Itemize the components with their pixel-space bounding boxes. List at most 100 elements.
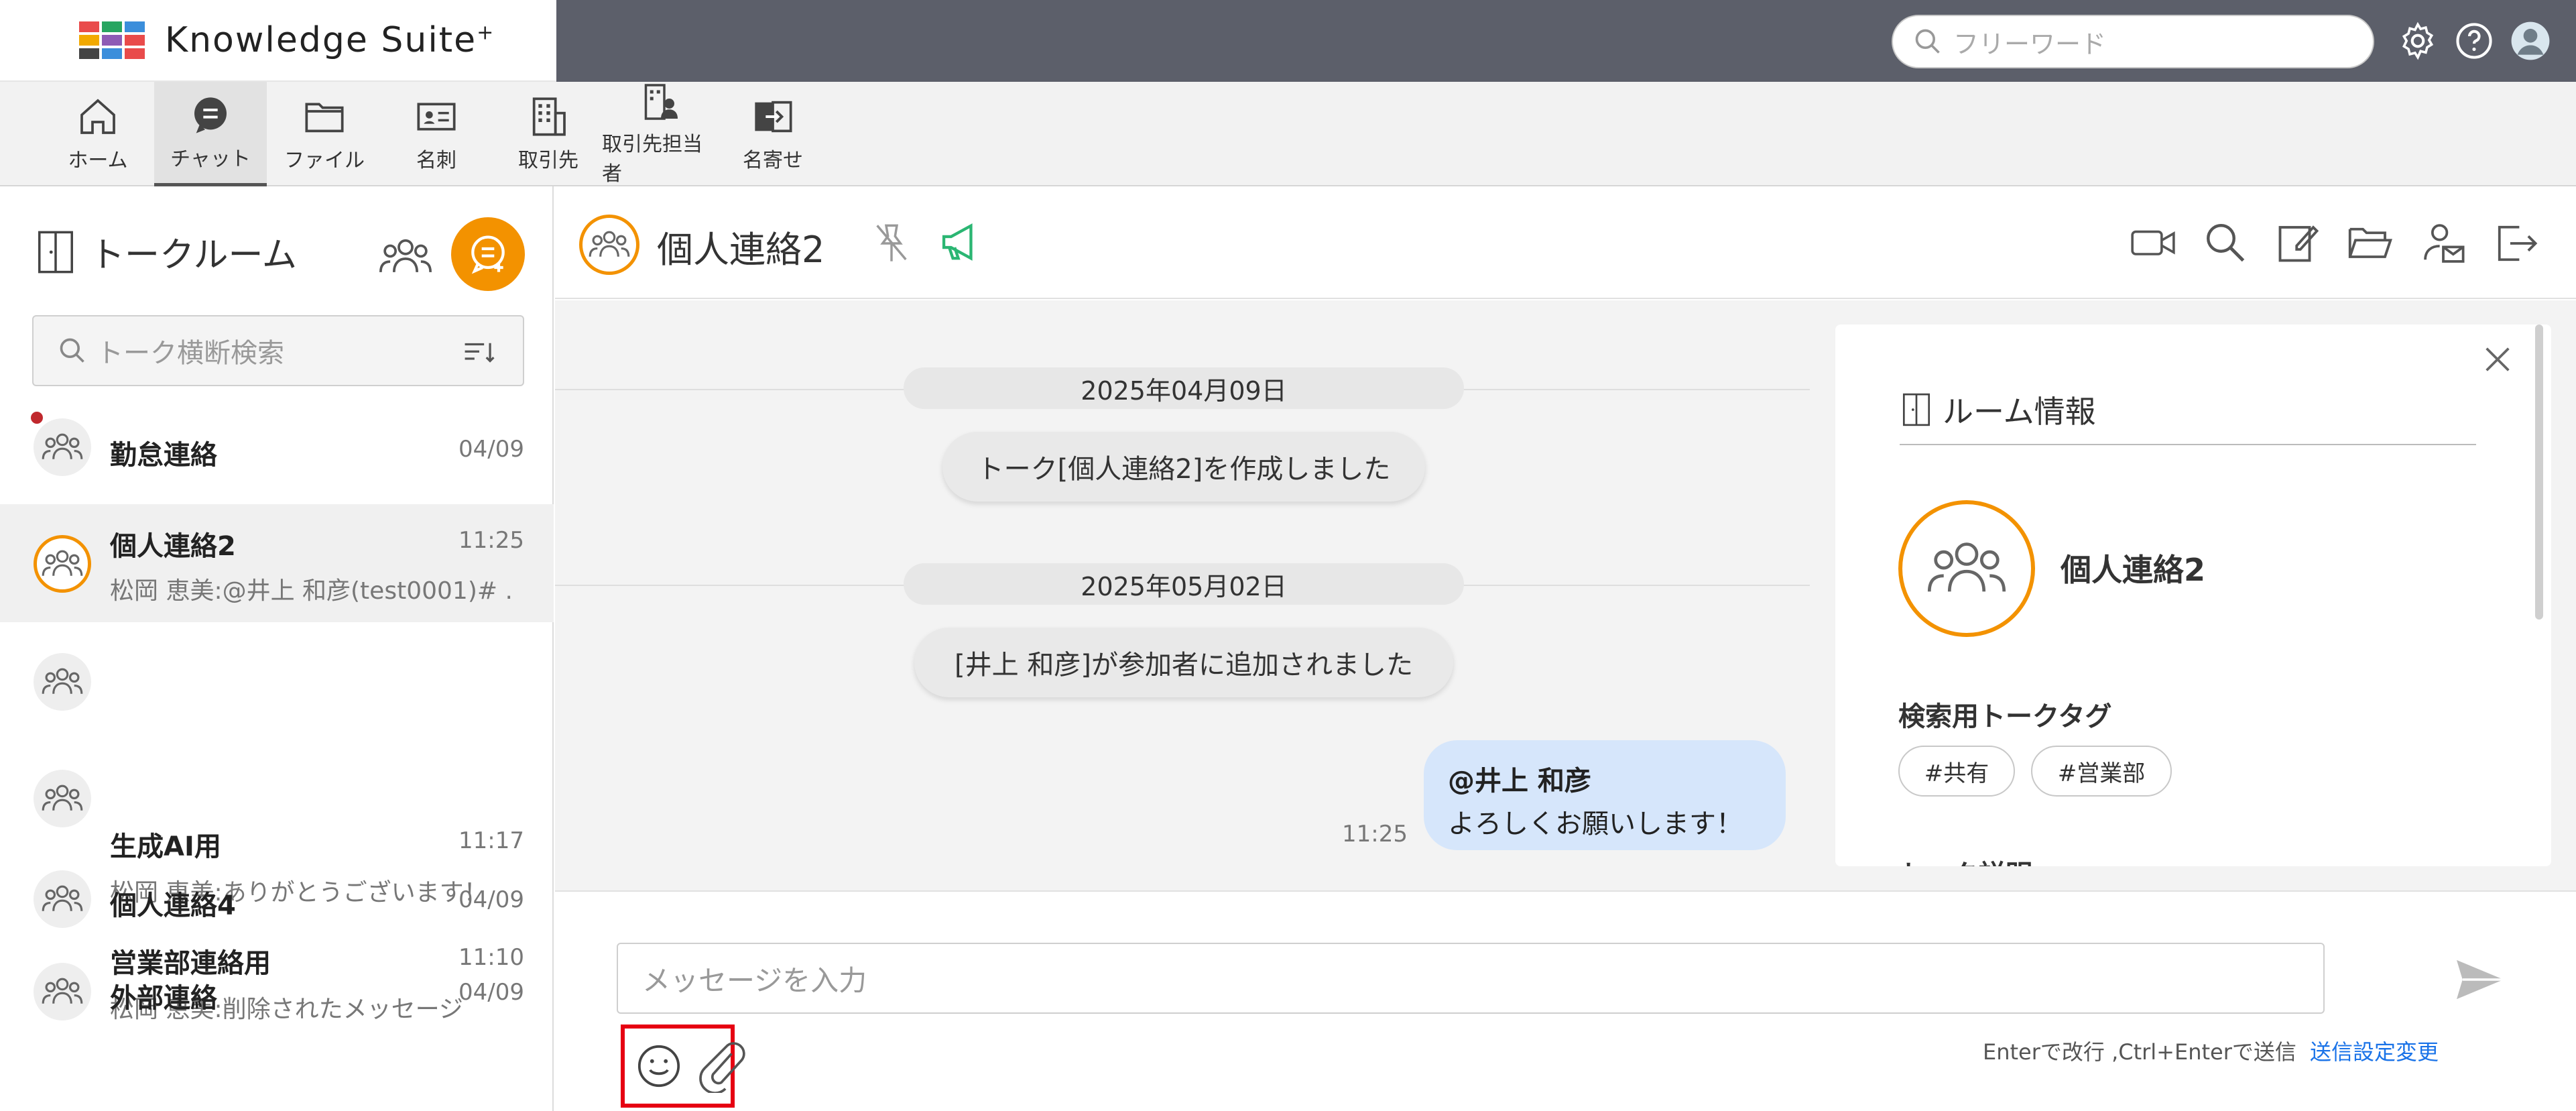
group-icon — [42, 433, 83, 459]
talk-room-item[interactable]: 生成AI用 11:17 松岡 恵美:ありがとうございます！ — [0, 622, 554, 907]
smiley-icon — [637, 1045, 680, 1088]
nav-client[interactable]: 取引先 — [503, 82, 594, 186]
folder-icon — [305, 103, 344, 133]
message-input[interactable]: メッセージを入力 — [617, 943, 2325, 1014]
talk-room-item[interactable]: 勤怠連絡 04/09 — [0, 408, 554, 488]
group-icon — [1927, 542, 2006, 592]
nav-home[interactable]: ホーム — [56, 82, 139, 186]
app-title: Knowledge Suite+ — [165, 20, 495, 60]
date-separator: 2025年05月02日 — [904, 563, 1464, 605]
send-settings-link[interactable]: 送信設定変更 — [2310, 1035, 2439, 1066]
search-icon[interactable] — [2203, 220, 2247, 264]
send-icon[interactable] — [2452, 956, 2508, 1003]
merge-icon — [755, 101, 792, 133]
gear-icon[interactable] — [2397, 20, 2439, 62]
group-avatar — [34, 535, 91, 593]
chat-icon — [194, 97, 227, 133]
talk-tag[interactable]: #営業部 — [2031, 746, 2172, 797]
building-person-icon — [644, 84, 678, 120]
talk-room-name: 個人連絡4 — [110, 890, 236, 921]
group-avatar — [34, 870, 91, 928]
main-nav: ホーム チャット ファイル 名刺 取引先 取引先担当者 名寄せ — [0, 82, 2576, 186]
talk-room-time: 04/09 — [458, 979, 524, 1006]
new-talk-button[interactable] — [451, 217, 525, 291]
room-title: 個人連絡2 — [657, 229, 825, 271]
system-message: トーク[個人連絡2]を作成しました — [942, 432, 1425, 502]
nav-business-card[interactable]: 名刺 — [393, 82, 480, 186]
building-icon — [532, 97, 566, 136]
nav-chat[interactable]: チャット — [154, 82, 267, 186]
talk-tag[interactable]: #共有 — [1898, 746, 2015, 797]
edit-note-icon[interactable] — [2276, 220, 2321, 264]
message-text: よろしくお願いします！ — [1448, 809, 1743, 839]
talk-room-time: 04/09 — [458, 436, 524, 463]
group-avatar — [34, 963, 91, 1020]
system-message: [井上 和彦]が参加者に追加されました — [914, 628, 1453, 697]
sort-icon[interactable] — [463, 341, 496, 365]
top-bar: Knowledge Suite+ フリーワード — [0, 0, 2576, 82]
exit-icon[interactable] — [2492, 220, 2539, 267]
global-search-input[interactable]: フリーワード — [1892, 15, 2374, 68]
door-icon — [1902, 393, 1930, 426]
nav-file[interactable]: ファイル — [278, 82, 371, 186]
group-icon — [42, 885, 83, 911]
chat-header: 個人連絡2 — [555, 186, 2576, 299]
home-icon — [80, 99, 115, 134]
app-logo[interactable]: Knowledge Suite+ — [0, 0, 556, 82]
talk-room-item[interactable]: 営業部連絡用 11:10 松岡 恵美:削除されたメッセージ — [0, 739, 554, 1023]
attach-icon[interactable] — [696, 1039, 747, 1093]
search-icon — [60, 338, 84, 363]
message-area[interactable]: 2025年04月09日 トーク[個人連絡2]を作成しました 2025年05月02… — [555, 300, 1810, 890]
talk-room-item[interactable]: 外部連絡 04/09 — [0, 943, 554, 1037]
talk-room-name: 勤怠連絡 — [110, 440, 217, 471]
talk-room-name: 個人連絡2 — [110, 531, 236, 562]
members-icon[interactable] — [379, 233, 432, 280]
talk-room-name: 外部連絡 — [110, 983, 217, 1014]
group-icon — [42, 668, 83, 694]
folder-open-icon[interactable] — [2346, 220, 2394, 264]
room-info-title: ルーム情報 — [1900, 388, 2476, 445]
room-info-avatar — [1898, 500, 2035, 637]
talk-description-label: トーク説明 — [1898, 853, 2032, 866]
group-avatar — [34, 418, 91, 476]
talk-search-input[interactable]: トーク横断検索 — [32, 315, 524, 386]
my-message-bubble[interactable]: @井上 和彦 よろしくお願いします！ — [1424, 740, 1786, 850]
user-avatar[interactable] — [2510, 20, 2551, 62]
group-icon — [589, 231, 630, 257]
talk-room-sidebar: トークルーム トーク横断検索 勤怠連絡 04/09 個人連絡2 11:25 松岡… — [0, 186, 554, 1111]
megaphone-icon[interactable] — [938, 220, 985, 264]
help-icon[interactable] — [2453, 20, 2495, 62]
sidebar-title: トークルーム — [34, 227, 297, 277]
close-icon[interactable] — [2479, 341, 2516, 378]
message-composer: メッセージを入力 Enterで改行 ,Ctrl+Enterで送信 送信設定変更 — [555, 890, 2576, 1111]
room-info-panel: ルーム情報 個人連絡2 検索用トークタグ #共有 #営業部 トーク説明 — [1835, 325, 2551, 866]
group-avatar — [34, 770, 91, 827]
member-mail-icon[interactable] — [2420, 220, 2467, 267]
unread-badge — [31, 412, 43, 424]
room-info-name: 個人連絡2 — [2061, 552, 2206, 588]
pin-off-icon[interactable] — [870, 220, 913, 267]
tag-label: 検索用トークタグ — [1898, 701, 2112, 732]
send-hint: Enterで改行 ,Ctrl+Enterで送信 — [1983, 1039, 2296, 1065]
logo-mark-icon — [79, 21, 145, 59]
door-icon — [38, 231, 73, 273]
mention-text[interactable]: @井上 和彦 — [1448, 759, 1762, 798]
date-separator: 2025年04月09日 — [904, 367, 1464, 409]
search-icon — [1915, 29, 1940, 54]
talk-room-preview: 松岡 恵美:@井上 和彦(test0001)# ... — [110, 577, 512, 605]
group-icon — [42, 784, 83, 811]
nav-client-contact[interactable]: 取引先担当者 — [602, 82, 720, 186]
group-icon — [42, 978, 83, 1004]
group-avatar — [34, 653, 91, 711]
talk-room-time: 11:25 — [458, 527, 524, 554]
room-info-container: ルーム情報 個人連絡2 検索用トークタグ #共有 #営業部 トーク説明 — [1810, 300, 2576, 890]
nav-merge[interactable]: 名寄せ — [729, 82, 816, 186]
room-avatar — [579, 215, 639, 275]
talk-room-item[interactable]: 個人連絡4 04/09 — [0, 856, 554, 943]
new-chat-icon — [471, 235, 505, 274]
talk-room-item-active[interactable]: 個人連絡2 11:25 松岡 恵美:@井上 和彦(test0001)# ... — [0, 504, 554, 622]
video-call-icon[interactable] — [2129, 220, 2177, 264]
talk-room-time: 04/09 — [458, 886, 524, 913]
message-time: 11:25 — [1342, 821, 1408, 847]
info-panel-scrollbar[interactable] — [2535, 325, 2543, 620]
